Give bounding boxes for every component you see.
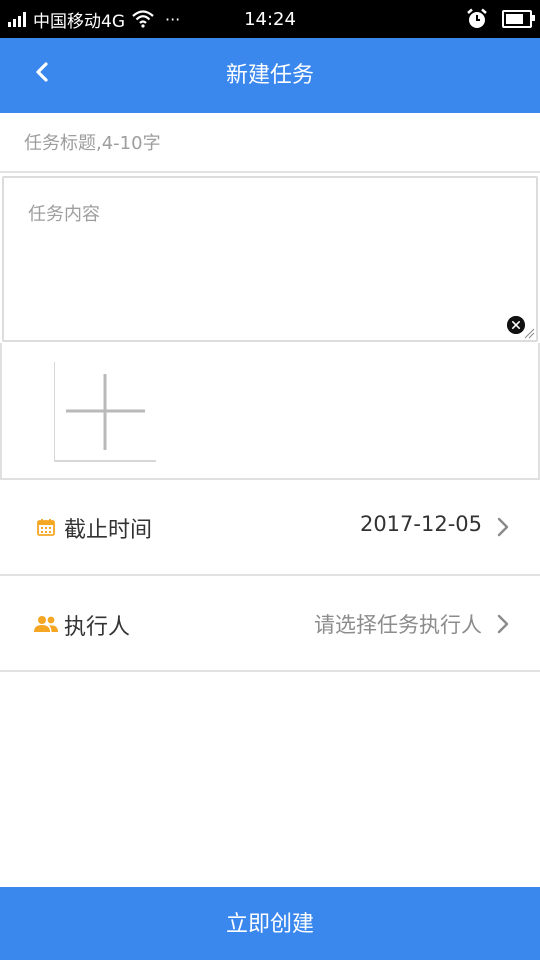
status-bar: 中国移动4G ··· 14:24 xyxy=(0,0,540,38)
task-title-row xyxy=(0,113,540,173)
task-title-input[interactable] xyxy=(22,113,526,173)
deadline-row[interactable]: 截止时间 2017-12-05 xyxy=(0,480,540,576)
clock-time: 14:24 xyxy=(244,9,296,30)
assignee-value: 请选择任务执行人 xyxy=(314,613,482,637)
calendar-icon xyxy=(37,519,55,536)
people-icon xyxy=(34,616,58,632)
app-header: 新建任务 xyxy=(0,38,540,113)
chevron-right-icon xyxy=(497,614,509,634)
create-task-button[interactable]: 立即创建 xyxy=(0,887,540,960)
add-image-button[interactable] xyxy=(54,362,156,462)
page-title: 新建任务 xyxy=(225,63,314,88)
task-content-box xyxy=(2,176,538,342)
deadline-value: 2017-12-05 xyxy=(359,512,482,536)
deadline-label: 截止时间 xyxy=(64,518,153,543)
battery-icon xyxy=(502,10,535,28)
resize-grip-icon[interactable] xyxy=(523,327,535,339)
task-content-input[interactable] xyxy=(28,200,518,320)
chevron-right-icon xyxy=(497,517,509,537)
plus-icon xyxy=(66,374,145,450)
alarm-icon xyxy=(467,8,487,28)
assignee-row[interactable]: 执行人 请选择任务执行人 xyxy=(0,576,540,672)
assignee-label: 执行人 xyxy=(64,615,131,640)
